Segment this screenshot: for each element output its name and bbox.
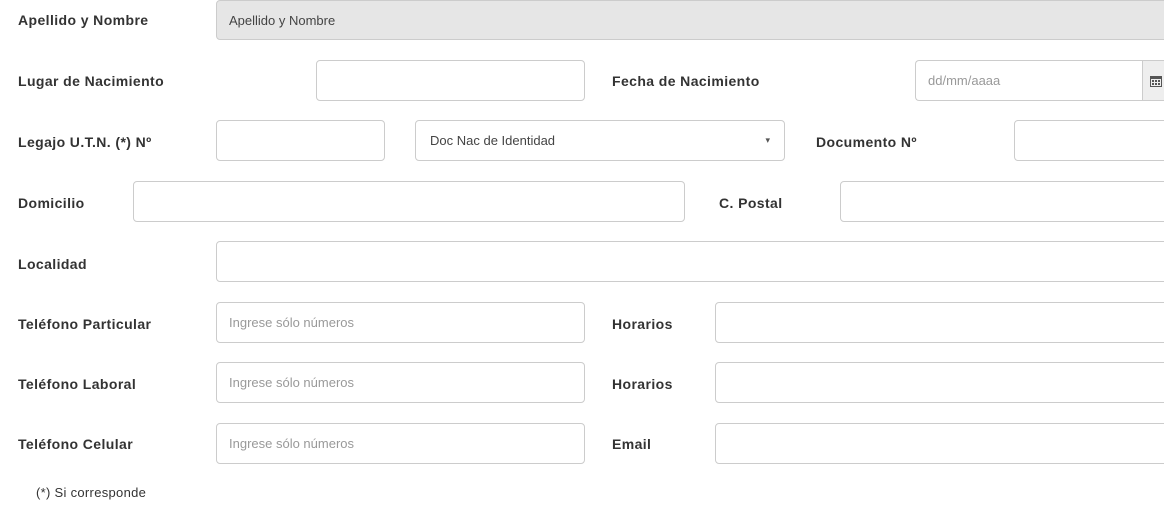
email-input[interactable] [715,423,1164,464]
apellido-nombre-field[interactable] [216,0,1164,40]
lugar-nacimiento-label: Lugar de Nacimiento [18,73,165,89]
telefono-laboral-input[interactable] [216,362,585,403]
horarios-particular-input[interactable] [715,302,1164,343]
domicilio-label: Domicilio [18,195,85,211]
lugar-nacimiento-input[interactable] [316,60,585,101]
calendar-button[interactable] [1142,60,1164,101]
email-label: Email [612,436,652,452]
tipo-documento-selected: Doc Nac de Identidad [430,133,556,148]
tipo-documento-select[interactable]: Doc Nac de Identidad ▾ [415,120,785,161]
domicilio-input[interactable] [133,181,685,222]
telefono-laboral-label: Teléfono Laboral [18,376,137,392]
chevron-down-icon: ▾ [765,135,770,145]
horarios-laboral-label: Horarios [612,376,673,392]
documento-input[interactable] [1014,120,1164,161]
footnote: (*) Si corresponde [36,485,147,500]
codigo-postal-input[interactable] [840,181,1164,222]
legajo-label: Legajo U.T.N. (*) Nº [18,134,152,150]
horarios-particular-label: Horarios [612,316,673,332]
codigo-postal-label: C. Postal [719,195,783,211]
calendar-icon [1149,75,1162,87]
localidad-label: Localidad [18,256,87,272]
localidad-input[interactable] [216,241,1164,282]
telefono-particular-label: Teléfono Particular [18,316,152,332]
documento-label: Documento Nº [816,134,917,150]
telefono-particular-input[interactable] [216,302,585,343]
horarios-laboral-input[interactable] [715,362,1164,403]
fecha-nacimiento-input[interactable] [915,60,1143,101]
fecha-nacimiento-label: Fecha de Nacimiento [612,73,760,89]
telefono-celular-input[interactable] [216,423,585,464]
telefono-celular-label: Teléfono Celular [18,436,134,452]
apellido-nombre-label: Apellido y Nombre [18,12,149,28]
legajo-input[interactable] [216,120,385,161]
